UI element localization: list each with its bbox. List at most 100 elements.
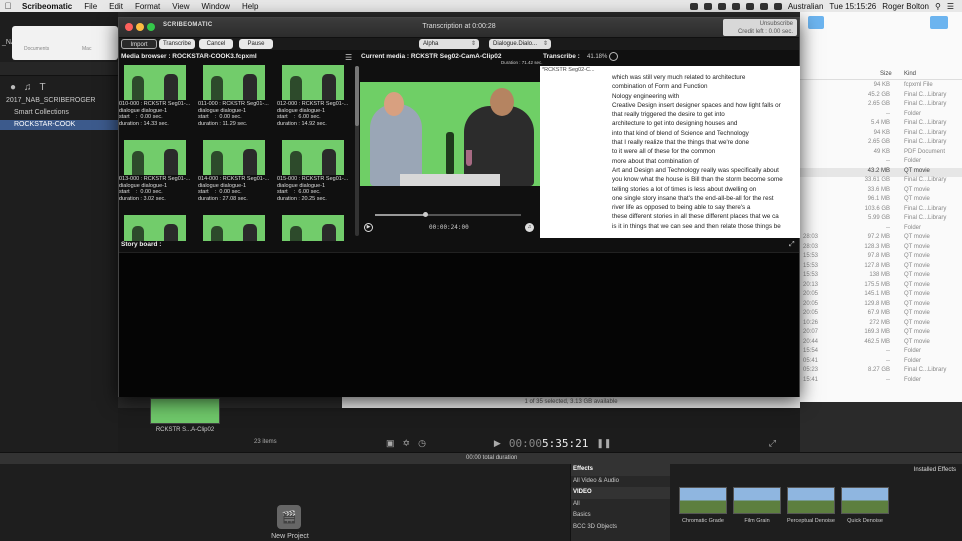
menu-user[interactable]: Roger Bolton [882,2,929,11]
transcript-text-area[interactable]: *RCKSTR Seg02-C... which was still very … [540,66,800,238]
menu-edit[interactable]: Edit [103,2,129,11]
menu-file[interactable]: File [78,2,103,11]
camera-icon[interactable]: ● [10,82,16,93]
list-view-icon[interactable]: ☰ [345,54,355,63]
unsubscribe-link[interactable]: Unsubscribe [723,20,793,28]
menu-clock[interactable]: Tue 15:15:26 [829,2,876,11]
finder-row[interactable]: -- Folder [800,225,962,235]
finder-row[interactable]: 15:53 138 MB QT movie [800,272,962,282]
media-clip[interactable]: 013-000 : RCKSTR Seg01-... dialogue dialo… [119,140,197,202]
new-project-label[interactable]: New Project [264,533,316,540]
effects-category-bcc-3d[interactable]: BCC 3D Objects [571,522,670,534]
cloud-icon[interactable] [703,2,712,10]
finder-row[interactable]: 15:53 127.8 MB QT movie [800,263,962,273]
library-item-rockstar-cook[interactable]: ROCKSTAR-COOK [0,120,118,130]
clapper-icon[interactable]: 🎬 [277,505,301,529]
finder-row[interactable]: 94 KB Final C...Library [800,130,962,140]
clip-thumbnail[interactable] [124,140,186,175]
finder-row[interactable]: 2.65 GB Final C...Library [800,139,962,149]
finder-row[interactable]: 5.4 MB Final C...Library [800,120,962,130]
effect-thumb[interactable] [841,487,889,514]
clip-thumbnail[interactable] [203,215,265,241]
finder-row[interactable]: -- Folder [800,111,962,121]
clip-thumbnail[interactable] [282,215,344,241]
finder-row[interactable]: 10:26 272 MB QT movie [800,320,962,330]
finder-row[interactable]: 20:13 175.5 MB QT movie [800,282,962,292]
finder-row[interactable]: 15:53 97.8 MB QT movie [800,253,962,263]
clip-thumbnail[interactable] [203,140,265,175]
finder-row[interactable]: 15:54 -- Folder [800,348,962,358]
import-button[interactable]: Import [121,39,157,49]
effects-category-all[interactable]: All [571,499,670,511]
pause-button[interactable]: Pause [239,39,273,49]
menu-help[interactable]: Help [236,2,264,11]
view-options-icon[interactable]: ▣ [386,438,395,449]
notification-center-icon[interactable]: ☰ [947,2,954,11]
music-icon[interactable]: ♫ [24,82,32,93]
folder-icon[interactable] [808,16,824,29]
volume-icon[interactable] [745,2,754,10]
library-item-nab[interactable]: 2017_NAB_SCRIBEROGER [6,96,95,106]
finder-label-mac[interactable]: Mac [82,46,91,52]
finder-row[interactable]: 45.2 GB Final C...Library [800,92,962,102]
finder-row[interactable]: 28:03 128.3 MB QT movie [800,244,962,254]
record-icon[interactable] [717,2,726,10]
finder-row[interactable]: 33.6 MB QT movie [800,187,962,197]
finder-row[interactable]: 103.6 GB Final C...Library [800,206,962,216]
finder-row[interactable]: 49 KB PDF Document [800,149,962,159]
input-language[interactable]: Australian [788,2,824,11]
effects-category-all-video-audio[interactable]: All Video & Audio [571,476,670,488]
finder-row[interactable]: 05:23 8.27 GB Final C...Library [800,367,962,377]
effects-category-basics[interactable]: Basics [571,510,670,522]
flag-icon[interactable] [773,2,782,10]
finder-row[interactable]: 94 KB fcpxml File [800,82,962,92]
finder-row[interactable]: 43.2 MB QT movie [800,167,962,177]
finder-row[interactable]: -- Folder [800,158,962,168]
dropbox-icon[interactable] [689,2,698,10]
column-kind[interactable]: Kind [904,71,916,77]
media-clip[interactable]: 012-000 : RCKSTR Seg01-... dialogue dialo… [277,65,353,127]
finder-label-documents[interactable]: Documents [24,46,49,52]
scrubber-handle[interactable] [423,212,428,217]
clip-thumbnail[interactable] [124,65,186,100]
wifi-icon[interactable] [731,2,740,10]
alpha-select[interactable]: Alpha ⇕ [419,39,479,49]
fullscreen-icon[interactable]: ⤢ [769,438,776,449]
finder-row[interactable]: 15:41 -- Folder [800,377,962,387]
speed-icon[interactable]: ◷ [418,438,426,449]
scrollbar-knob[interactable] [355,66,359,126]
finder-row[interactable]: 20:07 169.3 MB QT movie [800,329,962,339]
media-clip[interactable]: 010-000 : RCKSTR Seg01-... dialogue dialo… [119,65,197,127]
finder-row[interactable]: 05:41 -- Folder [800,358,962,368]
play-icon[interactable]: ▶ [494,438,501,449]
clip-thumbnail[interactable] [282,140,344,175]
finder-row[interactable]: 28:03 97.2 MB QT movie [800,234,962,244]
expand-icon[interactable]: ⤢ [789,241,795,249]
folder-icon[interactable] [930,16,948,29]
playback-scrubber[interactable] [375,212,521,217]
menu-format[interactable]: Format [129,2,166,11]
finder-row[interactable]: 20:44 462.5 MB QT movie [800,339,962,349]
transcribe-button[interactable]: Transcribe [159,39,195,49]
play-icon[interactable]: ▶ [364,223,373,232]
video-preview[interactable] [360,82,540,186]
finder-row[interactable]: 5.99 GB Final C...Library [800,215,962,225]
menu-app-name[interactable]: Scribeomatic [16,2,78,11]
effect-thumb[interactable] [679,487,727,514]
clip-thumbnail[interactable] [124,215,186,241]
clip-thumbnail[interactable] [150,398,220,424]
clip-thumbnail[interactable] [203,65,265,100]
media-browser-scrollbar[interactable] [355,66,359,236]
clip-thumbnail[interactable] [282,65,344,100]
media-clip[interactable] [198,215,276,241]
column-size[interactable]: Size [880,71,892,77]
finder-row[interactable]: 20:05 129.8 MB QT movie [800,301,962,311]
effect-thumb[interactable] [733,487,781,514]
library-item-smart-collections[interactable]: Smart Collections [14,108,69,118]
dialogue-select[interactable]: Dialogue.Dialo... ⇕ [489,39,551,49]
transform-icon[interactable]: ✡ [403,438,411,449]
effect-thumb[interactable] [787,487,835,514]
finder-row[interactable]: 20:05 145.1 MB QT movie [800,291,962,301]
media-clip[interactable] [119,215,197,241]
finder-row[interactable]: 20:05 67.9 MB QT movie [800,310,962,320]
